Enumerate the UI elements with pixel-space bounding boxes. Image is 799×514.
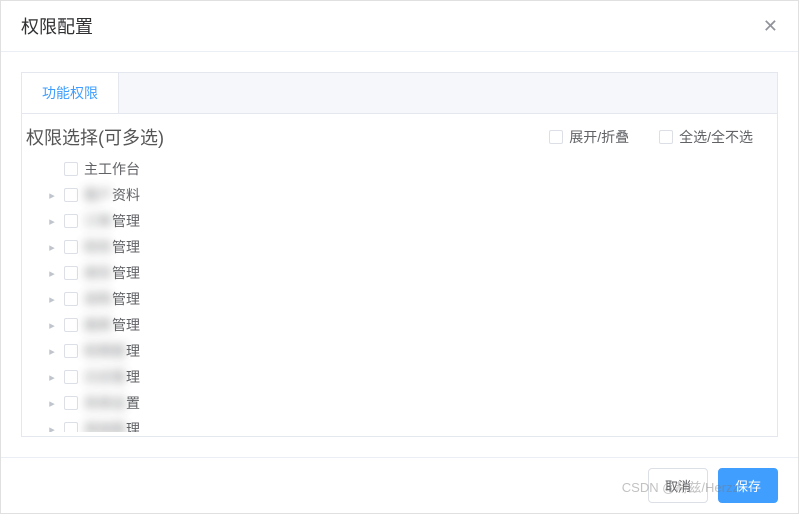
tree-node[interactable]: ▸ 库存管理 — [46, 260, 773, 286]
checkbox-icon[interactable] — [64, 214, 78, 228]
tree-node-label: 主工作台 — [84, 159, 140, 179]
close-icon[interactable]: ✕ — [763, 17, 778, 35]
caret-right-icon: ▸ — [46, 189, 58, 202]
caret-right-icon: ▸ — [46, 371, 58, 384]
tree-node-label: 库存管理 — [84, 263, 140, 283]
tree-node-label: 财务管理 — [84, 237, 140, 257]
caret-right-icon: ▸ — [46, 241, 58, 254]
section-header: 权限选择(可多选) 展开/折叠 全选/全不选 — [26, 124, 773, 150]
tree-node-label: 采购管理 — [84, 289, 140, 309]
caret-right-icon: ▸ — [46, 293, 58, 306]
tree-node[interactable]: ▸ 财务管理 — [46, 234, 773, 260]
checkbox-icon[interactable] — [64, 266, 78, 280]
checkbox-icon[interactable] — [64, 188, 78, 202]
checkbox-icon[interactable] — [64, 344, 78, 358]
checkbox-icon[interactable] — [64, 292, 78, 306]
caret-right-icon: ▸ — [46, 397, 58, 410]
save-button[interactable]: 保存 — [718, 468, 778, 503]
tree-node[interactable]: ▸ 日志管理 — [46, 364, 773, 390]
header-controls: 展开/折叠 全选/全不选 — [549, 127, 753, 147]
checkbox-icon[interactable] — [64, 422, 78, 432]
select-all-toggle[interactable]: 全选/全不选 — [659, 127, 753, 147]
tree-node-label: 日志管理 — [84, 367, 140, 387]
checkbox-icon[interactable] — [64, 162, 78, 176]
tree-node-label: 订单管理 — [84, 211, 140, 231]
checkbox-icon[interactable] — [64, 370, 78, 384]
dialog-body: 功能权限 权限选择(可多选) 展开/折叠 全选/全不选 主工作台 — [1, 52, 798, 457]
caret-right-icon: ▸ — [46, 319, 58, 332]
tabs-header: 功能权限 — [21, 72, 778, 114]
tree-node-label: 报表管理 — [84, 315, 140, 335]
tree-node[interactable]: ▸ 权限管理 — [46, 338, 773, 364]
caret-right-icon: ▸ — [46, 345, 58, 358]
checkbox-icon[interactable] — [64, 240, 78, 254]
tree-node-label: 客户资料 — [84, 185, 140, 205]
dialog-footer: 取消 保存 — [1, 457, 798, 513]
caret-right-icon: ▸ — [46, 215, 58, 228]
caret-right-icon: ▸ — [46, 423, 58, 433]
tree-node[interactable]: ▸ 采购管理 — [46, 286, 773, 312]
tree-node[interactable]: ▸ 系统设置 — [46, 390, 773, 416]
select-all-label: 全选/全不选 — [679, 127, 753, 147]
tree-node-label: 系统设置 — [84, 393, 140, 413]
cancel-button[interactable]: 取消 — [648, 468, 708, 503]
tab-function-permission[interactable]: 功能权限 — [22, 73, 119, 113]
tree-node[interactable]: ▸ 其他管理 — [46, 416, 773, 432]
permission-panel: 权限选择(可多选) 展开/折叠 全选/全不选 主工作台 ▸ 客户资料 ▸ 订单管理 ▸ 财务… — [21, 114, 778, 437]
checkbox-icon — [549, 130, 563, 144]
dialog-header: 权限配置 ✕ — [1, 1, 798, 52]
tree-node-label: 其他管理 — [84, 419, 140, 432]
caret-right-icon: ▸ — [46, 267, 58, 280]
expand-collapse-label: 展开/折叠 — [569, 127, 629, 147]
expand-collapse-toggle[interactable]: 展开/折叠 — [549, 127, 629, 147]
checkbox-icon — [659, 130, 673, 144]
tree-node[interactable]: ▸ 客户资料 — [46, 182, 773, 208]
tree-node[interactable]: 主工作台 — [46, 156, 773, 182]
checkbox-icon[interactable] — [64, 396, 78, 410]
permission-tree[interactable]: 主工作台▸客户资料▸订单管理▸财务管理▸库存管理▸采购管理▸报表管理▸权限管理▸… — [26, 156, 773, 432]
permission-dialog: 权限配置 ✕ 功能权限 权限选择(可多选) 展开/折叠 全选/全不选 — [0, 0, 799, 514]
section-title: 权限选择(可多选) — [26, 124, 164, 150]
dialog-title: 权限配置 — [21, 13, 93, 39]
tree-node[interactable]: ▸ 订单管理 — [46, 208, 773, 234]
tree-node[interactable]: ▸ 报表管理 — [46, 312, 773, 338]
tree-node-label: 权限管理 — [84, 341, 140, 361]
checkbox-icon[interactable] — [64, 318, 78, 332]
